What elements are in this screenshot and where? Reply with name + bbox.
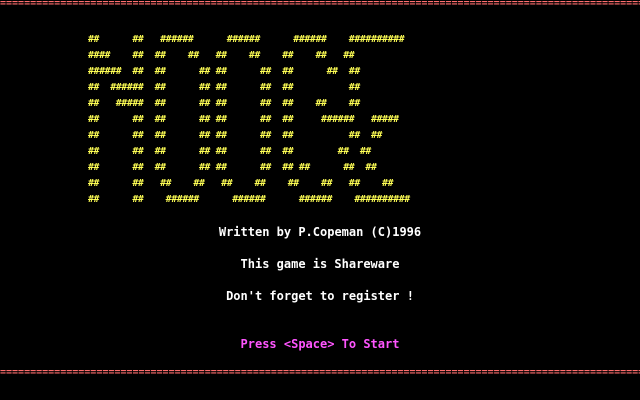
shareware-notice: This game is Shareware — [240, 257, 400, 271]
game-title-ascii-art: ## ## ###### ###### ###### ########## ##… — [88, 34, 410, 205]
top-border: ========================================… — [0, 1, 640, 7]
bottom-border: ========================================… — [0, 370, 640, 376]
start-prompt[interactable]: Press <Space> To Start — [0, 336, 640, 352]
credit-text: Written by P.Copeman (C)1996 — [218, 225, 422, 239]
register-reminder: Don't forget to register ! — [226, 289, 414, 303]
